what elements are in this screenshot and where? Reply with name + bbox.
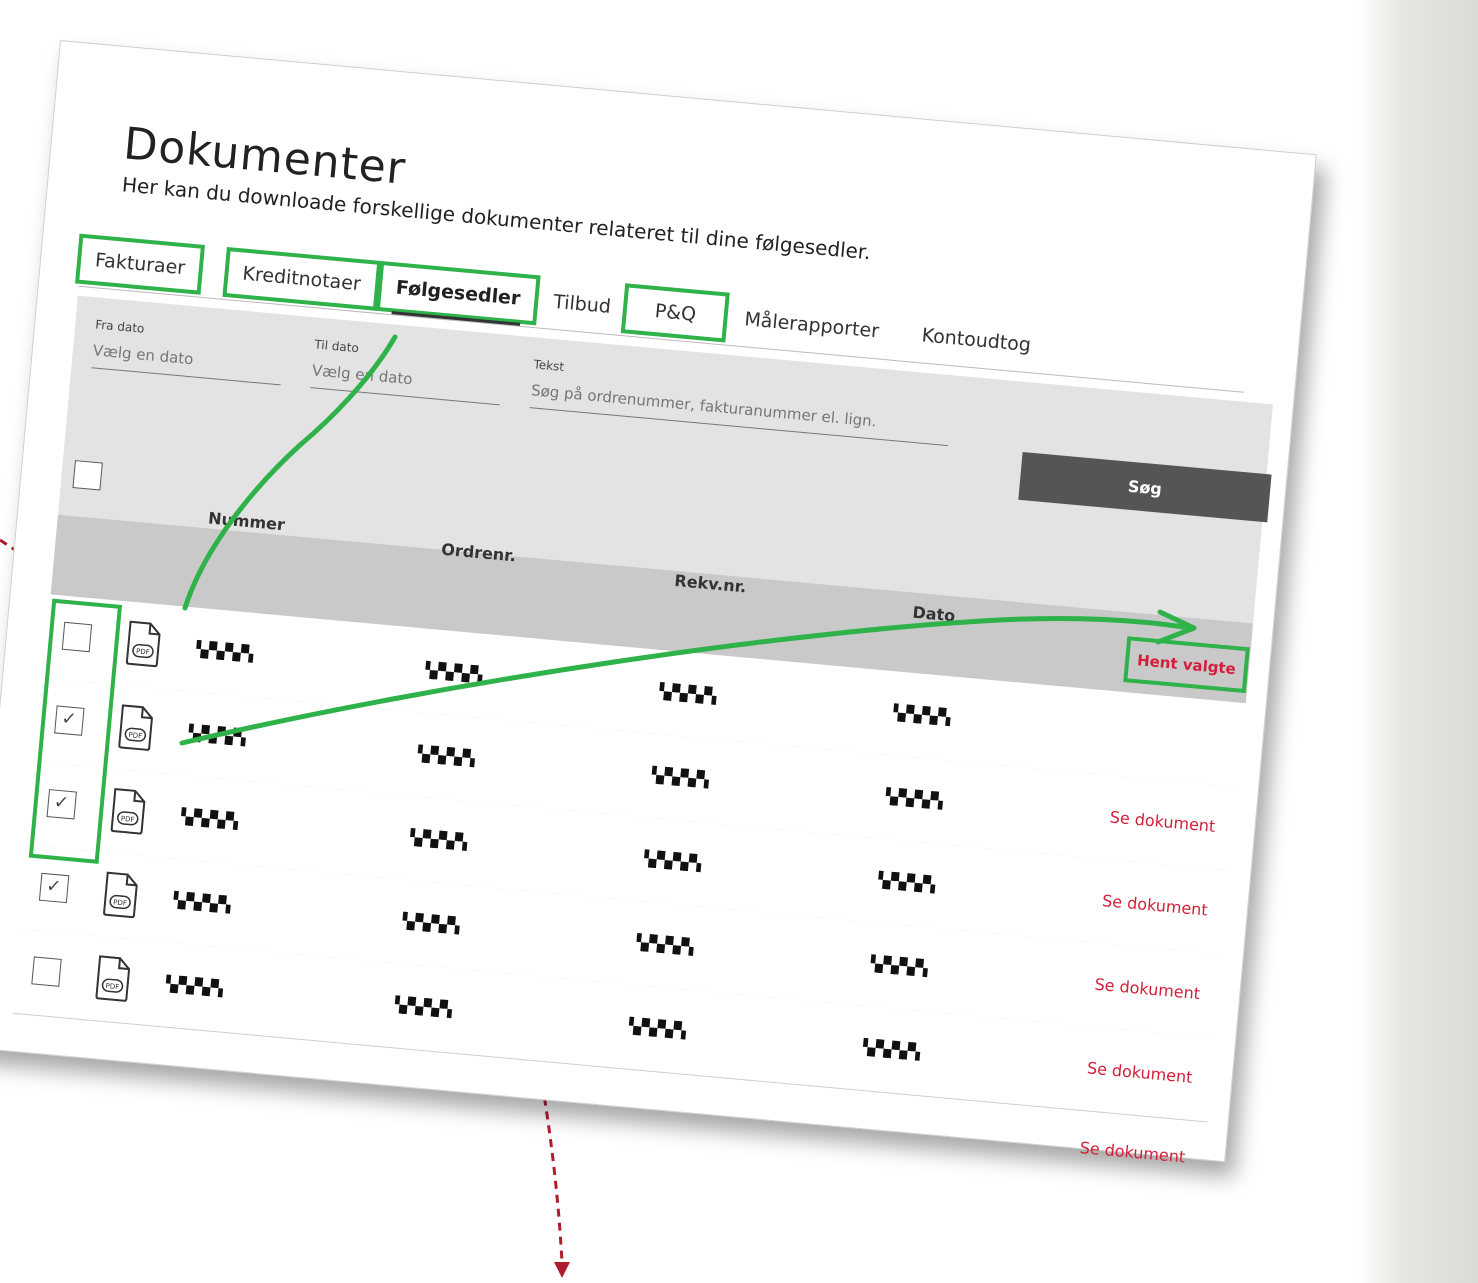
pdf-icon[interactable]: PDF <box>107 787 149 840</box>
document-page: Dokumenter Her kan du downloade forskell… <box>0 40 1317 1167</box>
to-date-field: Til dato <box>310 337 504 406</box>
header-ordrenr: Ordrenr. <box>440 539 517 566</box>
svg-text:PDF: PDF <box>113 898 127 907</box>
header-nummer: Nummer <box>207 508 286 535</box>
pdf-icon[interactable]: PDF <box>92 954 134 1007</box>
select-all-checkbox[interactable] <box>72 460 103 491</box>
row-requisition: ▚▞▚▞▚▞▚ <box>643 849 702 873</box>
search-button[interactable]: Søg <box>1018 451 1272 523</box>
svg-text:PDF: PDF <box>105 982 119 991</box>
to-date-input[interactable] <box>310 359 503 406</box>
row-date: ▚▞▚▞▚▞▚ <box>885 787 943 811</box>
view-document-link[interactable]: Se dokument <box>1109 807 1216 836</box>
row-number: ▚▞▚▞▚▞▚ <box>165 974 223 998</box>
row-number: ▚▞▚▞▚▞▚ <box>172 890 231 914</box>
header-rekvnr: Rekv.nr. <box>673 570 748 597</box>
header-dato: Dato <box>911 602 957 626</box>
fetch-selected-button[interactable]: Hent valgte <box>1123 635 1250 694</box>
pdf-icon[interactable]: PDF <box>115 703 157 756</box>
row-date: ▚▞▚▞▚▞▚ <box>892 703 951 727</box>
row-order: ▚▞▚▞▚▞▚ <box>409 828 468 852</box>
tab-kontoudtog[interactable]: Kontoudtog <box>906 313 1047 367</box>
tab-kreditnotaer[interactable]: Kreditnotaer <box>222 246 381 312</box>
tab-pq[interactable]: P&Q <box>620 282 730 344</box>
text-field: Tekst <box>529 357 953 447</box>
row-date: ▚▞▚▞▚▞▚ <box>862 1037 920 1061</box>
row-requisition: ▚▞▚▞▚▞▚ <box>658 682 717 706</box>
row-order: ▚▞▚▞▚▞▚ <box>424 660 483 684</box>
tab-tilbud[interactable]: Tilbud <box>537 280 626 330</box>
row-date: ▚▞▚▞▚▞▚ <box>877 870 936 894</box>
tab-fakturaer[interactable]: Fakturaer <box>75 232 206 296</box>
row-checkbox[interactable] <box>38 872 70 904</box>
row-number: ▚▞▚▞▚▞▚ <box>187 723 246 747</box>
tab-folgesedler[interactable]: Følgesedler <box>376 259 541 327</box>
row-requisition: ▚▞▚▞▚▞▚ <box>651 765 709 789</box>
row-order: ▚▞▚▞▚▞▚ <box>401 911 460 935</box>
view-document-link[interactable]: Se dokument <box>1079 1138 1186 1167</box>
row-checkbox[interactable] <box>31 956 62 987</box>
view-document-link[interactable]: Se dokument <box>1086 1058 1193 1087</box>
svg-text:PDF: PDF <box>136 647 150 656</box>
row-date: ▚▞▚▞▚▞▚ <box>869 954 928 978</box>
svg-text:PDF: PDF <box>128 731 142 740</box>
row-order: ▚▞▚▞▚▞▚ <box>417 744 475 768</box>
from-date-input[interactable] <box>91 339 284 386</box>
row-requisition: ▚▞▚▞▚▞▚ <box>628 1016 686 1040</box>
tab-malerapporter[interactable]: Målerapporter <box>729 297 895 354</box>
row-number: ▚▞▚▞▚▞▚ <box>195 639 254 663</box>
row-order: ▚▞▚▞▚▞▚ <box>394 995 452 1019</box>
row-number: ▚▞▚▞▚▞▚ <box>180 807 238 831</box>
from-date-field: Fra dato <box>91 317 285 386</box>
pdf-icon[interactable]: PDF <box>99 870 141 923</box>
view-document-link[interactable]: Se dokument <box>1094 975 1201 1004</box>
background-texture <box>1358 0 1478 1283</box>
pdf-icon[interactable]: PDF <box>122 619 164 672</box>
row-requisition: ▚▞▚▞▚▞▚ <box>635 933 694 957</box>
view-document-link[interactable]: Se dokument <box>1101 891 1208 920</box>
svg-text:PDF: PDF <box>120 815 134 824</box>
